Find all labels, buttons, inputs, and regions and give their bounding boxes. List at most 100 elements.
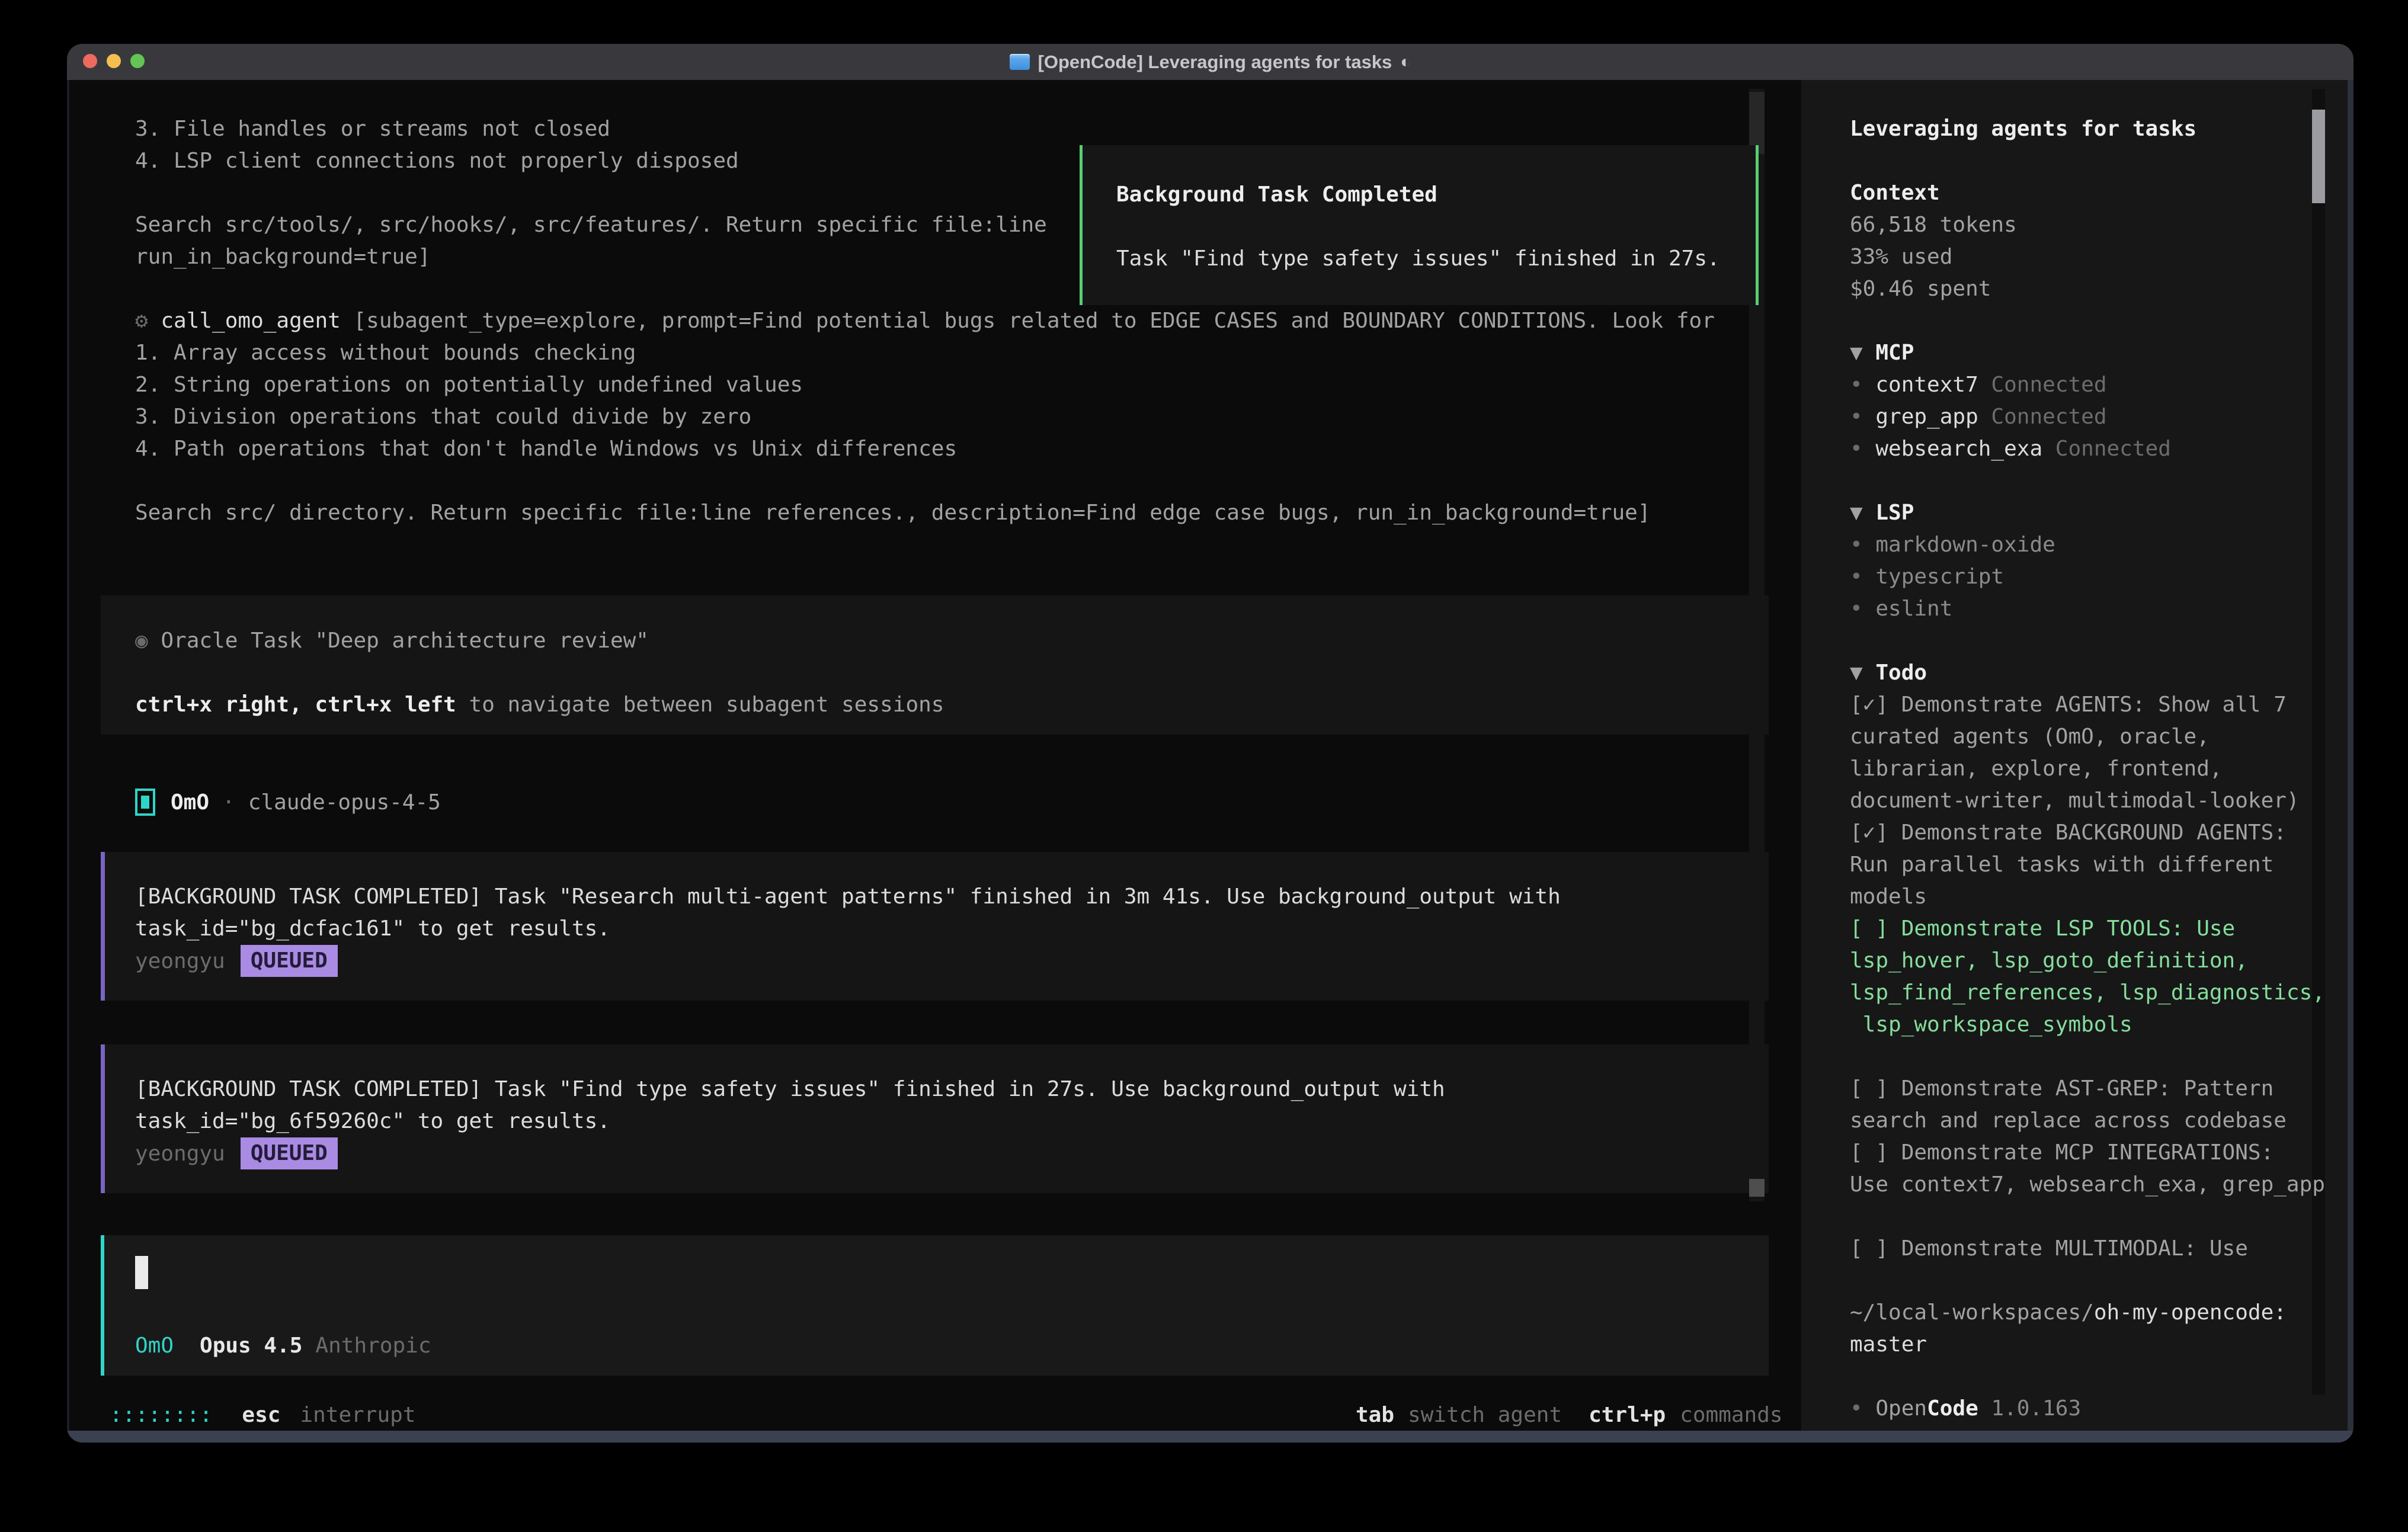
text-line: ⚙ call_omo_agent [subagent_type=explore,…: [135, 305, 1715, 337]
input-agent-name: OmO: [135, 1330, 174, 1362]
scrollback-text: 3. File handles or streams not closed4. …: [135, 113, 1047, 273]
text-line: [135, 657, 1769, 689]
bullet-icon: •: [1850, 405, 1875, 429]
agent-model: claude-opus-4-5: [248, 790, 441, 815]
text-line: Run parallel tasks with different: [1850, 849, 2325, 881]
text-line: [1850, 1201, 2325, 1233]
bullet-icon: •: [1850, 373, 1875, 397]
text-line: • eslint: [1850, 593, 2325, 625]
input-model-name: Opus 4.5: [200, 1330, 302, 1362]
bullet-icon: •: [1850, 597, 1875, 621]
text-line: librarian, explore, frontend,: [1850, 753, 2325, 785]
text-line: lsp_workspace_symbols: [1850, 1009, 2325, 1041]
text-line: • context7 Connected: [1850, 369, 2325, 401]
text-line: [135, 177, 1047, 209]
omo-agent-icon: [135, 789, 155, 816]
text-line: [ ] Demonstrate LSP TOOLS: Use: [1850, 913, 2325, 945]
text-line: ▼ MCP: [1850, 337, 2325, 369]
ctrlp-key-hint[interactable]: ctrl+p: [1589, 1399, 1666, 1431]
text-line: ctrl+x right, ctrl+x left to navigate be…: [135, 689, 1769, 721]
title-bar[interactable]: [OpenCode] Leveraging agents for tasks ◐: [67, 44, 2353, 80]
text-line: 4. LSP client connections not properly d…: [135, 145, 1047, 177]
text-line: Search src/tools/, src/hooks/, src/featu…: [135, 209, 1047, 241]
text-line: [1850, 305, 2325, 337]
section-arrow-icon: ▼: [1850, 501, 1875, 525]
text-line: Context: [1850, 177, 2325, 209]
background-task-message: [BACKGROUND TASK COMPLETED] Task "Find t…: [101, 1044, 1769, 1193]
text-line: [1850, 1265, 2325, 1297]
status-badge: QUEUED: [241, 945, 338, 977]
tab-key-label: switch agent: [1408, 1399, 1562, 1431]
text-line: • markdown-oxide: [1850, 529, 2325, 561]
text-line: master: [1850, 1329, 2325, 1361]
status-bar-left: :::::::: esc interrupt: [110, 1399, 416, 1431]
separator-dot: ·: [222, 790, 235, 815]
opencode-window: [OpenCode] Leveraging agents for tasks ◐…: [67, 44, 2353, 1443]
oracle-task-icon: ◉: [135, 629, 161, 653]
text-line: [ ] Demonstrate AST-GREP: Pattern: [1850, 1073, 2325, 1105]
text-line: [✓] Demonstrate BACKGROUND AGENTS:: [1850, 817, 2325, 849]
window-left-edge: [67, 80, 69, 1431]
notification-title: Background Task Completed: [1116, 179, 1756, 211]
text-line: ~/local-workspaces/oh-my-opencode:: [1850, 1297, 2325, 1329]
tab-key-hint[interactable]: tab: [1356, 1399, 1394, 1431]
text-line: 33% used: [1850, 241, 2325, 273]
text-line: • typescript: [1850, 561, 2325, 593]
text-line: [1850, 1041, 2325, 1073]
main-scrollbar-thumb-bottom[interactable]: [1749, 1179, 1765, 1197]
esc-key-label: interrupt: [300, 1399, 415, 1431]
section-arrow-icon: ▼: [1850, 341, 1875, 365]
status-bar-right: tab switch agent ctrl+p commands: [1356, 1399, 1783, 1431]
text-line: 3. Division operations that could divide…: [135, 401, 1715, 433]
text-line: document-writer, multimodal-looker): [1850, 785, 2325, 817]
text-line: 3. File handles or streams not closed: [135, 113, 1047, 145]
ctrlp-key-label: commands: [1680, 1399, 1782, 1431]
sidebar-content: Leveraging agents for tasks Context66,51…: [1850, 113, 2325, 1425]
text-line: 66,518 tokens: [1850, 209, 2325, 241]
bullet-icon: •: [1850, 565, 1875, 589]
agent-header-row: OmO · claude-opus-4-5: [135, 786, 441, 818]
text-line: • grep_app Connected: [1850, 401, 2325, 433]
task-user: yeongyu: [135, 949, 225, 973]
agent-name: OmO: [171, 790, 209, 815]
text-line: lsp_hover, lsp_goto_definition,: [1850, 945, 2325, 977]
text-line: task_id="bg_6f59260c" to get results.: [135, 1105, 1769, 1137]
bullet-icon: •: [1850, 437, 1875, 461]
input-provider-name: Anthropic: [315, 1330, 431, 1362]
text-line: [✓] Demonstrate AGENTS: Show all 7: [1850, 689, 2325, 721]
text-line: [BACKGROUND TASK COMPLETED] Task "Resear…: [135, 881, 1769, 913]
text-line: ◉ Oracle Task "Deep architecture review": [135, 625, 1769, 657]
text-line: $0.46 spent: [1850, 273, 2325, 305]
model-row: OmO Opus 4.5 Anthropic: [135, 1330, 431, 1362]
window-right-edge: [2348, 80, 2353, 1431]
section-arrow-icon: ▼: [1850, 661, 1875, 685]
text-line: lsp_find_references, lsp_diagnostics,: [1850, 977, 2325, 1009]
text-line: 1. Array access without bounds checking: [135, 337, 1715, 369]
text-line: search and replace across codebase: [1850, 1105, 2325, 1137]
text-line: [ ] Demonstrate MULTIMODAL: Use: [1850, 1233, 2325, 1265]
text-cursor: [135, 1256, 148, 1289]
esc-key-hint[interactable]: esc: [242, 1399, 280, 1431]
notification-body: Task "Find type safety issues" finished …: [1116, 243, 1756, 275]
task-user: yeongyu: [135, 1142, 225, 1166]
text-line: [BACKGROUND TASK COMPLETED] Task "Find t…: [135, 1073, 1769, 1105]
text-line: [135, 465, 1715, 497]
text-line: curated agents (OmO, oracle,: [1850, 721, 2325, 753]
text-line: task_id="bg_dcfac161" to get results.: [135, 913, 1769, 945]
text-line: • websearch_exa Connected: [1850, 433, 2325, 465]
text-line: [1850, 145, 2325, 177]
text-line: 2. String operations on potentially unde…: [135, 369, 1715, 401]
window-title: [OpenCode] Leveraging agents for tasks: [1038, 52, 1392, 73]
window-bottom-edge: [67, 1431, 2353, 1443]
text-line: [1850, 1361, 2325, 1393]
oracle-task-box: ◉ Oracle Task "Deep architecture review"…: [101, 595, 1769, 735]
text-line: ▼ Todo: [1850, 657, 2325, 689]
text-line: Use context7, websearch_exa, grep_app: [1850, 1169, 2325, 1201]
prompt-input[interactable]: OmO Opus 4.5 Anthropic: [101, 1235, 1769, 1376]
text-line: models: [1850, 881, 2325, 913]
bullet-icon: •: [1850, 533, 1875, 557]
folder-icon: [1010, 54, 1030, 70]
text-line: Search src/ directory. Return specific f…: [135, 497, 1715, 529]
text-line: [1850, 625, 2325, 657]
background-task-message: [BACKGROUND TASK COMPLETED] Task "Resear…: [101, 852, 1769, 1001]
